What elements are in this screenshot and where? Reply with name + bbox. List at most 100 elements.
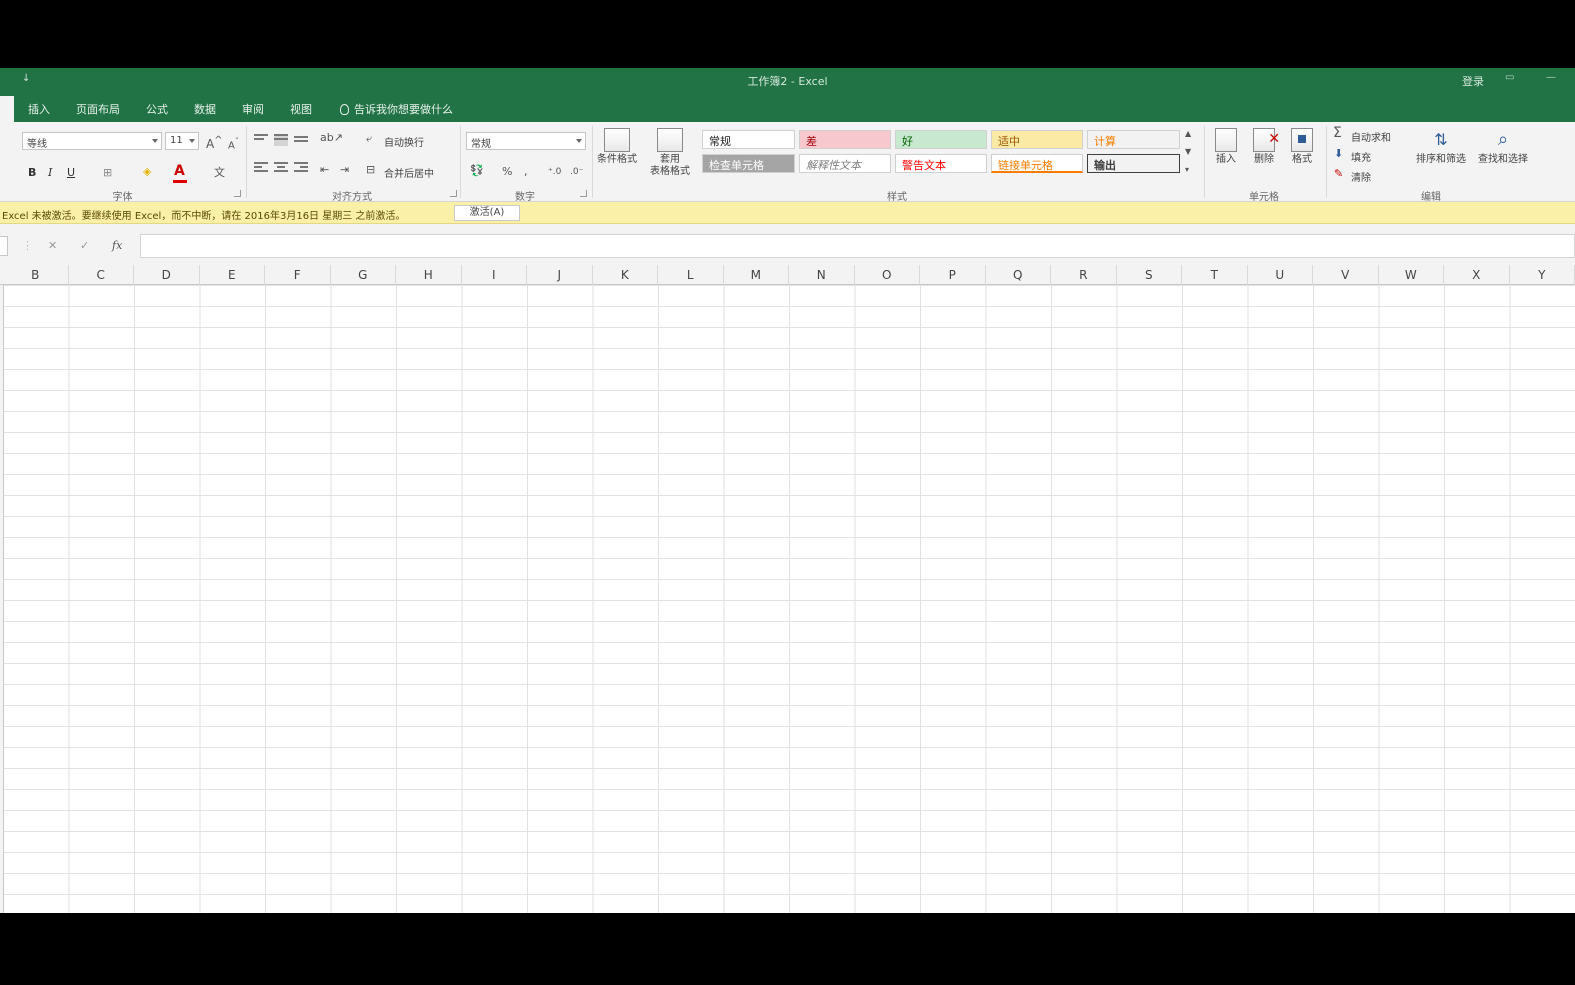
cancel-entry-button[interactable]: ✕ <box>48 239 57 252</box>
wrap-text-button[interactable]: 自动换行 <box>384 134 424 149</box>
column-header-u[interactable]: U <box>1248 265 1313 285</box>
tab-review[interactable]: 审阅 <box>242 101 264 117</box>
column-header-n[interactable]: N <box>789 265 855 285</box>
decrease-font-size-button[interactable]: Aˇ <box>228 133 239 154</box>
drag-handle-icon[interactable]: ⋮ <box>22 239 33 252</box>
column-header-m[interactable]: M <box>724 265 789 285</box>
column-header-j[interactable]: J <box>527 265 593 285</box>
align-left-icon[interactable] <box>254 162 268 174</box>
tell-me-search[interactable]: 告诉我你想要做什么 <box>340 101 453 117</box>
cell-style-explanatory[interactable]: 解释性文本 <box>799 154 891 173</box>
tab-data[interactable]: 数据 <box>194 101 216 117</box>
font-name-dropdown[interactable]: 等线 <box>22 132 162 150</box>
phonetic-guide-icon[interactable]: 文 <box>214 165 225 181</box>
column-header-c[interactable]: C <box>69 265 134 285</box>
column-header-i[interactable]: I <box>462 265 527 285</box>
tab-view[interactable]: 视图 <box>290 101 312 117</box>
align-top-icon[interactable] <box>254 134 268 146</box>
font-color-button[interactable]: A <box>174 163 185 179</box>
cell-style-good[interactable]: 好 <box>895 130 987 149</box>
insert-function-button[interactable]: fx <box>112 239 122 252</box>
cell-style-calculation[interactable]: 计算 <box>1087 130 1180 149</box>
increase-font-size-button[interactable]: A^ <box>206 133 223 152</box>
column-header-p[interactable]: P <box>920 265 986 285</box>
column-header-x[interactable]: X <box>1444 265 1510 285</box>
border-icon[interactable]: ⊞ <box>103 165 112 181</box>
styles-more-icon[interactable]: ▾ <box>1185 162 1189 178</box>
column-header-g[interactable]: G <box>331 265 396 285</box>
column-header-q[interactable]: Q <box>986 265 1051 285</box>
styles-scroll-down-icon[interactable]: ▼ <box>1185 144 1191 160</box>
column-header-h[interactable]: H <box>396 265 462 285</box>
align-right-icon[interactable] <box>294 162 308 174</box>
fill-button[interactable]: 填充 <box>1351 149 1371 164</box>
column-header-v[interactable]: V <box>1313 265 1379 285</box>
table-format-label-1: 套用 <box>660 154 680 165</box>
comma-style-icon[interactable]: , <box>524 164 528 180</box>
tab-formulas[interactable]: 公式 <box>146 101 168 117</box>
column-header-b[interactable]: B <box>3 265 69 285</box>
delete-cells-button[interactable]: ✕ 删除 <box>1246 128 1282 166</box>
cell-style-neutral[interactable]: 适中 <box>991 130 1083 149</box>
format-cells-button[interactable]: 格式 <box>1284 128 1320 166</box>
tab-page-layout[interactable]: 页面布局 <box>76 101 120 117</box>
font-dialog-launcher-icon[interactable] <box>234 190 241 197</box>
tell-me-text: 告诉我你想要做什么 <box>354 103 453 116</box>
column-header-f[interactable]: F <box>265 265 331 285</box>
worksheet-grid[interactable] <box>0 285 1575 913</box>
tab-home-active[interactable] <box>0 96 14 122</box>
find-select-button[interactable]: ⌕ 查找和选择 <box>1472 128 1534 166</box>
alignment-dialog-launcher-icon[interactable] <box>450 190 457 197</box>
cell-style-normal[interactable]: 常规 <box>702 130 795 149</box>
number-format-dropdown[interactable]: 常规 <box>466 132 586 150</box>
increase-decimal-icon[interactable]: ⁺.0 <box>548 164 561 180</box>
minimize-icon[interactable]: — <box>1546 72 1556 83</box>
ribbon-display-options-icon[interactable]: ▭ <box>1505 72 1514 83</box>
insert-cells-button[interactable]: 插入 <box>1208 128 1244 166</box>
formula-input[interactable] <box>140 234 1575 258</box>
accounting-format-icon[interactable]: 💱 <box>470 163 484 179</box>
orientation-icon[interactable]: ab↗ <box>320 130 343 146</box>
column-header-e[interactable]: E <box>200 265 265 285</box>
column-header-r[interactable]: R <box>1051 265 1117 285</box>
column-header-s[interactable]: S <box>1117 265 1182 285</box>
underline-button[interactable]: U <box>67 166 75 179</box>
conditional-format-button[interactable]: 条件格式 <box>597 128 637 166</box>
align-middle-icon[interactable] <box>274 134 288 146</box>
increase-indent-icon[interactable]: ⇥ <box>340 162 349 178</box>
login-link[interactable]: 登录 <box>1462 73 1484 89</box>
align-center-icon[interactable] <box>274 162 288 174</box>
bold-button[interactable]: B <box>28 166 36 179</box>
column-header-t[interactable]: T <box>1182 265 1248 285</box>
format-as-table-button[interactable]: 套用 表格格式 <box>650 128 690 178</box>
name-box[interactable] <box>0 236 8 256</box>
italic-button[interactable]: I <box>48 166 52 179</box>
tab-insert[interactable]: 插入 <box>28 101 50 117</box>
column-header-k[interactable]: K <box>593 265 658 285</box>
format-cells-label: 格式 <box>1292 154 1312 165</box>
number-dialog-launcher-icon[interactable] <box>580 190 587 197</box>
cell-style-output[interactable]: 输出 <box>1087 154 1180 173</box>
cell-style-check-cell[interactable]: 检查单元格 <box>702 154 795 173</box>
column-header-w[interactable]: W <box>1379 265 1444 285</box>
column-header-d[interactable]: D <box>134 265 200 285</box>
activate-button[interactable]: 激活(A) <box>454 205 520 221</box>
confirm-entry-button[interactable]: ✓ <box>80 239 89 252</box>
autosum-button[interactable]: 自动求和 <box>1351 129 1391 144</box>
cell-style-warning[interactable]: 警告文本 <box>895 154 987 173</box>
merge-center-button[interactable]: 合并后居中 <box>384 165 434 180</box>
percent-style-button[interactable]: % <box>502 164 512 180</box>
decrease-decimal-icon[interactable]: .0⁻ <box>570 164 583 180</box>
column-header-l[interactable]: L <box>658 265 724 285</box>
column-header-o[interactable]: O <box>855 265 920 285</box>
cell-style-bad[interactable]: 差 <box>799 130 891 149</box>
styles-scroll-up-icon[interactable]: ▲ <box>1185 126 1191 142</box>
clear-button[interactable]: 清除 <box>1351 169 1371 184</box>
sort-filter-button[interactable]: ⇅ 排序和筛选 <box>1410 128 1472 166</box>
column-header-y[interactable]: Y <box>1510 265 1575 285</box>
decrease-indent-icon[interactable]: ⇤ <box>320 162 329 178</box>
font-size-dropdown[interactable]: 11 <box>165 132 199 150</box>
align-bottom-icon[interactable] <box>294 136 308 148</box>
fill-color-icon[interactable]: ◈ <box>143 164 151 180</box>
cell-style-linked[interactable]: 链接单元格 <box>991 154 1083 173</box>
